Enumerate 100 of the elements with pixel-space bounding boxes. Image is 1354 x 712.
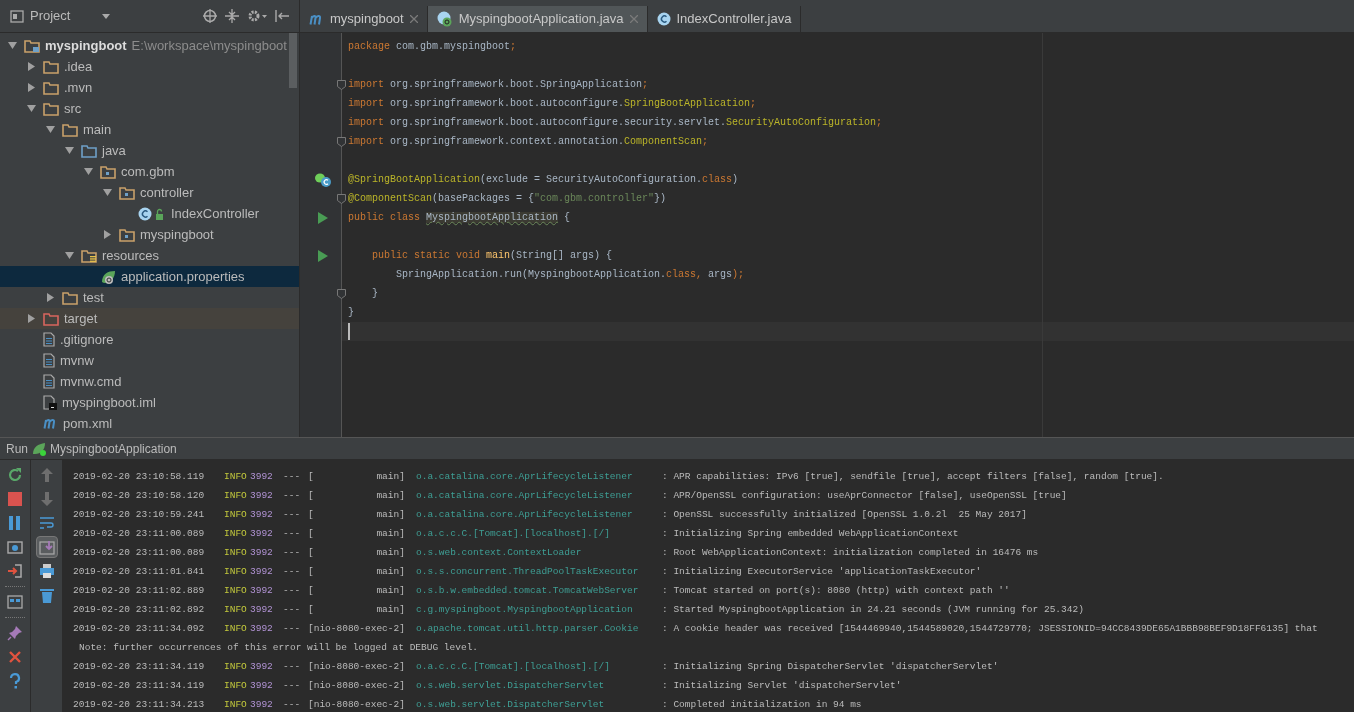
tree-label: resources [102, 246, 160, 265]
expanded-arrow-icon[interactable] [84, 167, 93, 176]
settings-icon[interactable] [247, 9, 267, 23]
tree-item[interactable]: mvnw [0, 350, 299, 371]
run-icon[interactable] [317, 211, 328, 224]
folder-icon [119, 185, 135, 200]
tree-item[interactable]: myspingboot E:\workspace\myspingboot [0, 35, 299, 56]
tree-item[interactable]: .mvn [0, 77, 299, 98]
log-message: : Root WebApplicationContext: initialization completed in 16476 ms [662, 546, 1039, 561]
tree-label: myspingboot [45, 36, 127, 55]
log-logger: o.a.c.c.C.[Tomcat].[localhost].[/] [416, 527, 611, 542]
expanded-arrow-icon[interactable] [27, 104, 36, 113]
tree-item[interactable]: src [0, 98, 299, 119]
log-level: INFO [224, 622, 248, 637]
tree-item[interactable]: controller [0, 182, 299, 203]
fold-icon[interactable] [337, 288, 346, 299]
collapsed-arrow-icon[interactable] [27, 62, 36, 71]
expanded-arrow-icon[interactable] [8, 41, 17, 50]
folder-icon [24, 38, 40, 53]
expanded-arrow-icon[interactable] [103, 188, 112, 197]
trash-icon[interactable] [39, 587, 54, 603]
tree-item[interactable]: application.properties [0, 266, 299, 287]
expanded-arrow-icon[interactable] [46, 125, 55, 134]
tree-label: src [64, 99, 82, 118]
tree-item[interactable]: main [0, 119, 299, 140]
editor-tab[interactable]: MyspingbootApplication.java [427, 6, 648, 32]
fold-icon[interactable] [337, 79, 346, 90]
log-time: 2019-02-20 23:11:34.092 [73, 622, 206, 637]
crosshair-icon[interactable] [203, 9, 217, 23]
log-time: 2019-02-20 23:10:58.119 [73, 470, 206, 485]
code-line: SpringApplication.run(MyspingbootApplication.class, args); [395, 268, 746, 282]
maven-icon [309, 13, 324, 25]
log-logger: o.s.s.concurrent.ThreadPoolTaskExecutor [416, 565, 640, 580]
help-icon[interactable] [9, 673, 21, 689]
log-logger: o.a.catalina.core.AprLifecycleListener [416, 508, 634, 523]
log-level: INFO [224, 527, 248, 542]
tree-item[interactable]: myspingboot [0, 224, 299, 245]
log-time: 2019-02-20 23:11:34.119 [73, 660, 206, 675]
printer-icon[interactable] [38, 563, 55, 579]
log-separator: --- [283, 489, 302, 504]
fold-icon[interactable] [337, 193, 346, 204]
collapsed-arrow-icon[interactable] [27, 314, 36, 323]
file-icon [43, 353, 55, 368]
close-icon[interactable] [8, 650, 22, 664]
project-view-dropdown[interactable]: Project [10, 6, 110, 26]
tree-item[interactable]: .idea [0, 56, 299, 77]
pause-icon[interactable] [8, 516, 22, 530]
log-pid: 3992 [250, 584, 274, 599]
log-logger: o.s.web.servlet.DispatcherServlet [416, 698, 606, 712]
log-pid: 3992 [250, 622, 274, 637]
fold-icon[interactable] [337, 136, 346, 147]
run-icon[interactable] [317, 249, 328, 262]
layout-icon[interactable] [7, 595, 23, 609]
close-icon[interactable] [409, 15, 418, 23]
tree-item[interactable]: test [0, 287, 299, 308]
up-arrow-icon[interactable] [40, 468, 53, 482]
log-time: 2019-02-20 23:11:02.889 [73, 584, 206, 599]
folder-icon [43, 101, 59, 116]
tree-item[interactable]: pom.xml [0, 413, 299, 434]
scrollbar-thumb[interactable] [289, 33, 297, 88]
tree-label: com.gbm [121, 162, 175, 181]
tree-item[interactable]: com.gbm [0, 161, 299, 182]
tree-item[interactable]: java [0, 140, 299, 161]
exit-icon[interactable] [7, 563, 23, 579]
collapsed-arrow-icon[interactable] [46, 293, 55, 302]
pin-icon[interactable] [7, 625, 23, 641]
log-separator: --- [283, 679, 302, 694]
tree-item[interactable]: IndexController [0, 203, 299, 224]
hide-panel-icon[interactable] [275, 9, 289, 23]
bean-icon[interactable] [313, 171, 332, 188]
tree-label: mvnw.cmd [60, 372, 122, 391]
expanded-arrow-icon[interactable] [65, 146, 74, 155]
project-icon [10, 9, 24, 23]
soft-wrap-icon[interactable] [38, 516, 55, 530]
camera-icon[interactable] [7, 540, 23, 554]
log-logger: o.s.b.w.embedded.tomcat.TomcatWebServer [416, 584, 640, 599]
collapsed-arrow-icon[interactable] [103, 230, 112, 239]
expanded-arrow-icon[interactable] [65, 251, 74, 260]
folder-icon [43, 311, 59, 326]
down-arrow-icon[interactable] [40, 492, 53, 506]
log-message: : Initializing Spring embedded WebApplicationContext [662, 527, 959, 542]
maven-icon [43, 418, 58, 429]
code-line: public class MyspingbootApplication { [347, 211, 572, 225]
tree-item[interactable]: target [0, 308, 299, 329]
rerun-icon[interactable] [7, 467, 23, 483]
log-level: INFO [224, 603, 248, 618]
collapse-all-icon[interactable] [225, 9, 239, 23]
code-line: } [347, 306, 355, 320]
tree-item[interactable]: myspingboot.iml [0, 392, 299, 413]
tree-item[interactable]: mvnw.cmd [0, 371, 299, 392]
log-separator: --- [283, 698, 302, 712]
log-message: : Initializing ExecutorService 'applicationTaskExecutor' [662, 565, 982, 580]
log-thread: [ main] [308, 470, 406, 485]
log-time: 2019-02-20 23:11:34.119 [73, 679, 206, 694]
folder-icon [81, 248, 97, 263]
run-config-tab[interactable]: MyspingbootApplication [32, 439, 177, 458]
collapsed-arrow-icon[interactable] [27, 83, 36, 92]
tree-item[interactable]: .gitignore [0, 329, 299, 350]
tree-item[interactable]: resources [0, 245, 299, 266]
code-line: @ComponentScan(basePackages = {"com.gbm.controller"}) [342, 189, 1354, 208]
